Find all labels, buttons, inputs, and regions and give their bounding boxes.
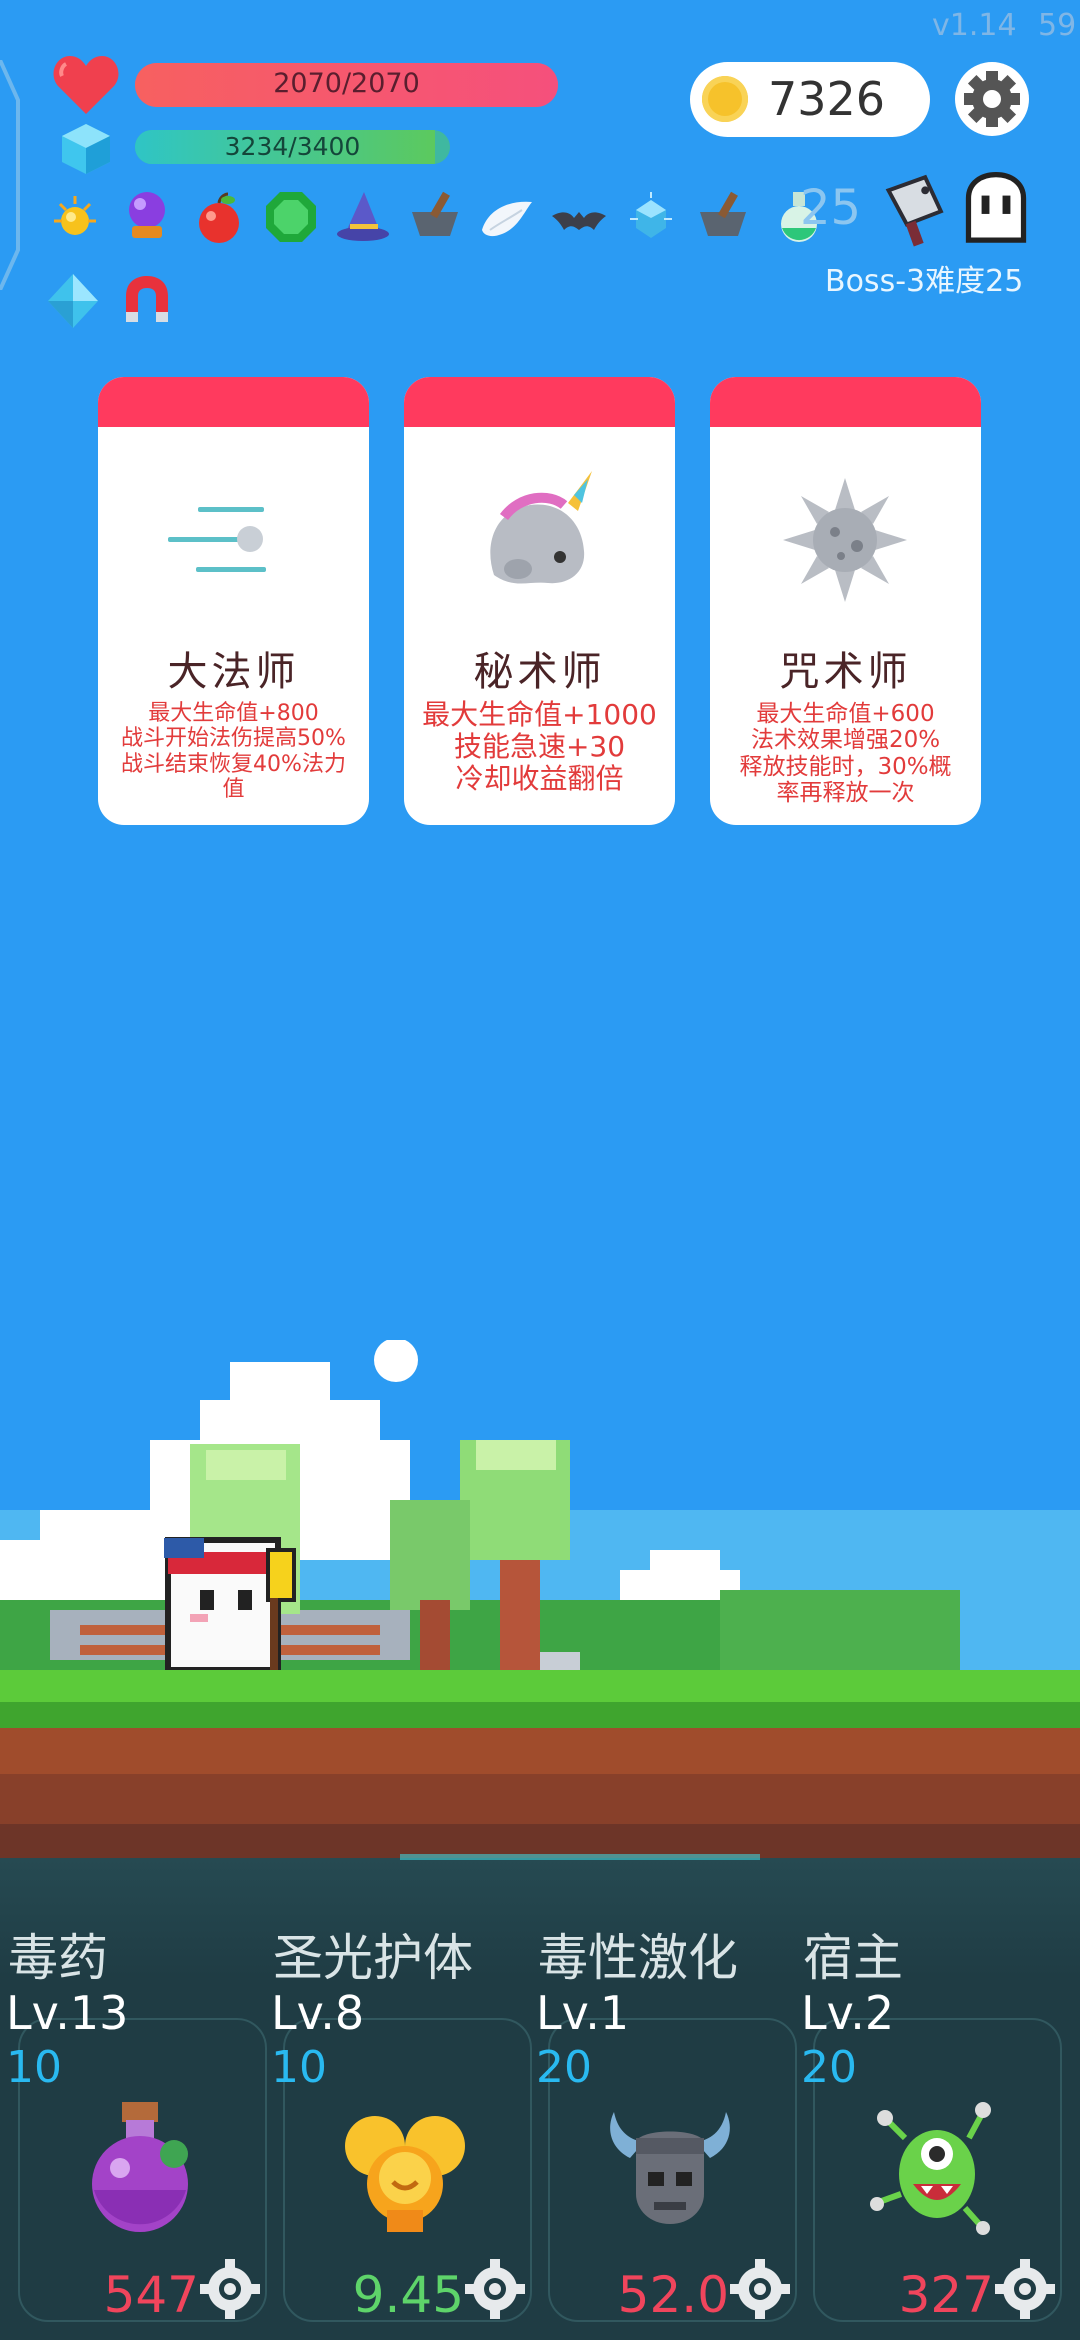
skill-value: 547 [103,2266,199,2324]
side-panel-tab[interactable] [0,60,22,290]
settings-button[interactable] [955,62,1029,136]
skill-value: 327 [898,2266,994,2324]
skill-name: 毒药 [8,1929,108,1987]
emerald-icon[interactable] [260,186,322,248]
dirt-layer [0,1728,1080,1774]
dirt-layer [0,1824,1080,1858]
card-title: 秘术师 [473,649,606,695]
wizard-hat-icon[interactable] [332,186,394,248]
skill-cost: 10 [6,2042,62,2093]
dirt-layer [0,1774,1080,1824]
pixel-landscape [0,1340,1080,1680]
card-title: 咒术师 [779,649,912,695]
skill-name: 圣光护体 [273,1929,473,1987]
speed-lines-icon [168,507,266,572]
apple-icon[interactable] [188,188,250,250]
mana-crystal-icon [62,124,110,174]
card-header-strip [710,377,981,427]
boss-difficulty-label: Boss-3难度25 [825,264,1024,299]
upgrade-gear-icon[interactable] [994,2258,1056,2320]
gold-counter: 7326 [690,62,930,137]
skill-value: 52.0 [617,2266,729,2324]
skill-name: 宿主 [803,1929,903,1987]
unicorn-icon [490,471,592,584]
grass-strip-dark [0,1702,1080,1730]
class-card-warlock[interactable]: 咒术师 最大生命值+600 法术效果增强20% 释放技能时，30%概 率再释放一… [710,377,981,825]
card-description: 最大生命值+800 战斗开始法伤提高50% 战斗结束恢复40%法力 值 [121,701,346,802]
skill-value: 9.45 [352,2266,464,2324]
mortar-icon[interactable] [692,186,754,248]
class-card-arcanist[interactable]: 秘术师 最大生命值+1000 技能急速+30 冷却收益翻倍 [404,377,675,825]
bat-icon[interactable] [548,188,610,250]
horned-skull-icon [610,2112,730,2224]
cleaver-icon[interactable] [876,170,956,250]
crystal-ball-icon[interactable] [116,184,178,246]
card-description: 最大生命值+1000 技能急速+30 冷却收益翻倍 [422,698,657,796]
mortar-icon[interactable] [404,186,466,248]
hp-bar: 2070/2070 [135,63,558,107]
skill-level: Lv.2 [801,1986,895,2040]
gear-icon [964,71,1020,127]
card-description: 最大生命值+600 法术效果增强20% 释放技能时，30%概 率再释放一次 [739,701,952,807]
skill-name: 毒性激化 [538,1929,738,1987]
faded-counter: 25 [800,180,862,236]
skill-level: Lv.13 [6,1986,129,2040]
poison-potion-icon [92,2102,188,2232]
version-label: v1.14 [932,8,1017,43]
coin-icon [702,76,748,122]
upgrade-gear-icon[interactable] [464,2258,526,2320]
upgrade-gear-icon[interactable] [729,2258,791,2320]
spiked-ball-icon [783,478,907,602]
card-title: 大法师 [167,649,300,695]
upgrade-gear-icon[interactable] [199,2258,261,2320]
skill-list: 毒药 Lv.13 10 547 圣光护体 Lv.8 10 9.45 毒性激化 L… [0,1858,1080,2340]
green-monster-icon [870,2102,991,2235]
ghost-icon[interactable] [956,170,1036,250]
heart-icon [53,56,119,114]
holy-light-icon [345,2116,465,2232]
skill-cost: 20 [536,2042,592,2093]
mp-text: 3234/3400 [224,132,361,161]
card-header-strip [404,377,675,427]
skill-cost: 20 [801,2042,857,2093]
skill-cost: 10 [271,2042,327,2093]
hp-text: 2070/2070 [273,68,420,99]
ice-crystal-icon[interactable] [620,188,682,250]
mp-bar: 3234/3400 [135,130,450,164]
diamond-icon[interactable] [42,270,104,332]
skill-level: Lv.8 [271,1986,365,2040]
sun-orb-icon[interactable] [44,188,106,250]
magnet-icon[interactable] [116,270,178,332]
class-card-archmage[interactable]: 大法师 最大生命值+800 战斗开始法伤提高50% 战斗结束恢复40%法力 值 [98,377,369,825]
wing-icon[interactable] [476,188,538,250]
skill-level: Lv.1 [536,1986,630,2040]
card-header-strip [98,377,369,427]
fps-counter: 59 [1038,8,1077,43]
gold-amount: 7326 [768,72,886,126]
